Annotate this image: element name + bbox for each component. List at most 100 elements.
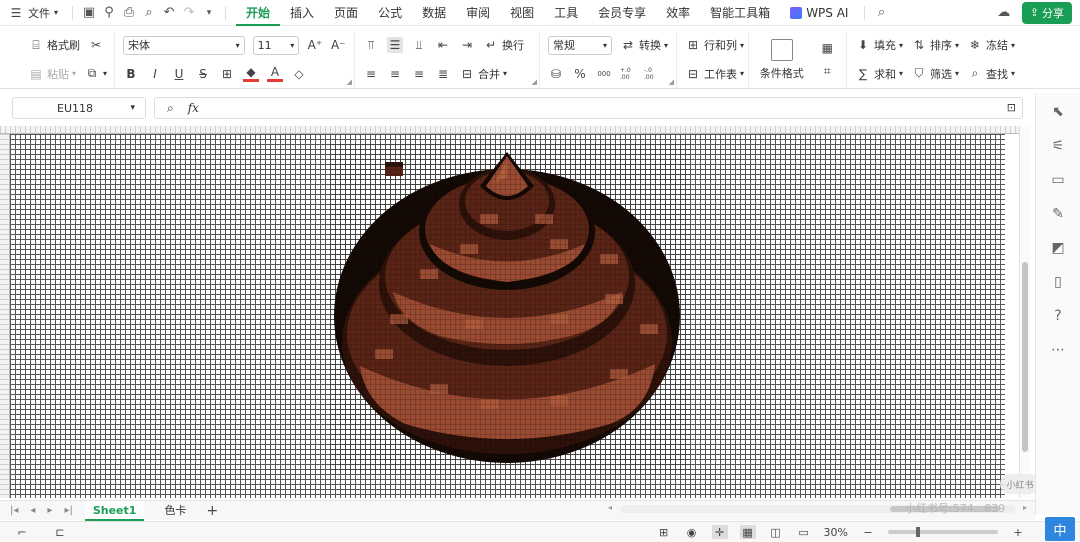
- increase-decimal-button[interactable]: +.0 .00: [620, 66, 636, 82]
- page-break-preview-icon[interactable]: ▭: [796, 525, 812, 539]
- thousands-separator-button[interactable]: 000: [596, 66, 612, 82]
- tab-review[interactable]: 审阅: [456, 0, 500, 26]
- tab-page[interactable]: 页面: [324, 0, 368, 26]
- reading-mode-icon[interactable]: ✛: [711, 525, 728, 539]
- font-color-icon[interactable]: A: [267, 65, 283, 82]
- align-right-icon[interactable]: ≡: [411, 66, 427, 82]
- font-dialog-launcher-icon[interactable]: ◢: [347, 78, 352, 86]
- clear-format-icon[interactable]: ◇: [291, 66, 307, 82]
- convert-button[interactable]: ⇄ 转换 ▾: [620, 37, 668, 53]
- add-sheet-button[interactable]: +: [206, 503, 218, 519]
- filter-button[interactable]: ⛉ 筛选 ▾: [911, 66, 960, 82]
- number-format-select[interactable]: 常规 ▾: [548, 35, 612, 55]
- freeze-button[interactable]: ❄ 冻结 ▾: [967, 37, 1015, 53]
- tab-member[interactable]: 会员专享: [588, 0, 656, 26]
- cut-icon[interactable]: ✂: [88, 37, 104, 53]
- search-icon[interactable]: ⌕: [871, 3, 891, 23]
- sheet-tab-sheet1[interactable]: Sheet1: [84, 500, 145, 521]
- table-style-icon[interactable]: ▦: [819, 40, 835, 56]
- worksheet-grid[interactable]: [0, 126, 1030, 498]
- share-button[interactable]: ⇪ 分享: [1021, 1, 1072, 24]
- undo-icon[interactable]: ↶: [159, 3, 179, 23]
- font-size-select[interactable]: 11 ▾: [252, 35, 300, 55]
- tab-data[interactable]: 数据: [412, 0, 456, 26]
- increase-font-icon[interactable]: A⁺: [307, 37, 323, 53]
- align-middle-icon[interactable]: ☰: [387, 37, 403, 54]
- tab-tools[interactable]: 工具: [544, 0, 588, 26]
- tab-smart-toolbox[interactable]: 智能工具箱: [700, 0, 780, 26]
- book-icon[interactable]: ▯: [1049, 273, 1067, 291]
- file-menu-button[interactable]: ☰ 文件 ▾: [0, 5, 66, 21]
- tools-icon[interactable]: ✎: [1049, 205, 1067, 223]
- print-icon[interactable]: ⎙: [119, 3, 139, 23]
- merge-button[interactable]: ⊟ 合并 ▾: [459, 66, 507, 82]
- strikethrough-button[interactable]: S: [195, 66, 211, 82]
- number-dialog-launcher-icon[interactable]: ◢: [669, 78, 674, 86]
- align-center-icon[interactable]: ≡: [387, 66, 403, 82]
- tab-efficiency[interactable]: 效率: [656, 0, 700, 26]
- vertical-scroll-thumb[interactable]: [1022, 262, 1028, 452]
- print-preview-icon[interactable]: ⌕: [139, 3, 159, 23]
- rows-cols-button[interactable]: ⊞ 行和列 ▾: [685, 37, 744, 53]
- link-icon[interactable]: ⚲: [99, 3, 119, 23]
- decrease-indent-icon[interactable]: ⇤: [435, 37, 451, 53]
- italic-button[interactable]: I: [147, 66, 163, 82]
- tab-home[interactable]: 开始: [236, 0, 281, 26]
- align-bottom-icon[interactable]: ⫫: [411, 37, 427, 53]
- percent-button[interactable]: %: [572, 66, 588, 82]
- border-icon[interactable]: ⊞: [219, 66, 235, 82]
- bold-button[interactable]: B: [123, 66, 139, 82]
- scroll-right-icon[interactable]: ▸: [1023, 503, 1027, 512]
- insert-function-button[interactable]: fx: [188, 101, 199, 115]
- cell-mode-icon[interactable]: ⌐: [14, 525, 30, 539]
- align-top-icon[interactable]: ⫪: [363, 37, 379, 53]
- underline-button[interactable]: U: [171, 66, 187, 82]
- sheet-tab-color-card[interactable]: 色卡: [156, 501, 194, 521]
- expand-formula-icon[interactable]: ⊡: [1007, 101, 1016, 114]
- first-sheet-icon[interactable]: |◂: [10, 505, 18, 516]
- help-icon[interactable]: ?: [1049, 307, 1067, 325]
- adjust-icon[interactable]: ⚟: [1049, 137, 1067, 155]
- align-left-icon[interactable]: ≡: [363, 66, 379, 82]
- vertical-scrollbar[interactable]: [1019, 126, 1030, 498]
- wps-ai-button[interactable]: WPS AI: [780, 6, 858, 20]
- eye-protection-icon[interactable]: ◉: [684, 525, 700, 539]
- more-icon[interactable]: ⋯: [1049, 341, 1067, 359]
- find-button[interactable]: ⌕ 查找 ▾: [967, 66, 1015, 82]
- normal-view-icon[interactable]: ▦: [739, 525, 756, 539]
- zoom-in-icon[interactable]: +: [1010, 525, 1026, 539]
- view-options-icon[interactable]: ⊞: [656, 525, 672, 539]
- zoom-level[interactable]: 30%: [824, 526, 848, 539]
- conditional-format-button[interactable]: 条件格式: [760, 38, 804, 81]
- cell-style-icon[interactable]: ⌗: [819, 64, 835, 80]
- row-headers[interactable]: [0, 134, 10, 498]
- select-cursor-icon[interactable]: ⬉: [1049, 103, 1067, 121]
- save-icon[interactable]: ▣: [79, 3, 99, 23]
- zoom-slider-knob[interactable]: [916, 527, 920, 537]
- tab-view[interactable]: 视图: [500, 0, 544, 26]
- copy-button[interactable]: ⧉ ▾: [84, 66, 107, 82]
- notes-icon[interactable]: ⊏: [52, 525, 68, 539]
- page-layout-icon[interactable]: ◫: [768, 525, 784, 539]
- fill-button[interactable]: ⬇ 填充 ▾: [855, 37, 903, 53]
- alignment-dialog-launcher-icon[interactable]: ◢: [532, 78, 537, 86]
- zoom-slider[interactable]: [888, 527, 998, 537]
- prev-sheet-icon[interactable]: ◂: [30, 505, 35, 516]
- fill-color-icon[interactable]: ◆: [243, 65, 259, 82]
- paste-button[interactable]: ▤ 粘贴 ▾: [28, 66, 76, 82]
- currency-icon[interactable]: ⛁: [548, 66, 564, 82]
- format-painter-button[interactable]: ⌸ 格式刷: [28, 37, 80, 53]
- formula-input[interactable]: ⌕ fx ⊡: [154, 97, 1023, 119]
- distributed-align-icon[interactable]: ≣: [435, 66, 451, 82]
- cloud-sync-icon[interactable]: ☁: [994, 3, 1014, 23]
- tab-formula[interactable]: 公式: [368, 0, 412, 26]
- worksheet-button[interactable]: ⊟ 工作表 ▾: [685, 66, 744, 82]
- comment-icon[interactable]: ▭: [1049, 171, 1067, 189]
- zoom-out-icon[interactable]: −: [860, 525, 876, 539]
- sum-button[interactable]: ∑ 求和 ▾: [855, 66, 903, 82]
- next-sheet-icon[interactable]: ▸: [47, 505, 52, 516]
- ime-indicator[interactable]: 中: [1045, 517, 1075, 541]
- sort-button[interactable]: ⇅ 排序 ▾: [911, 37, 959, 53]
- decrease-decimal-button[interactable]: -.0 .00: [644, 66, 660, 82]
- name-box[interactable]: EU118 ▾: [12, 97, 146, 119]
